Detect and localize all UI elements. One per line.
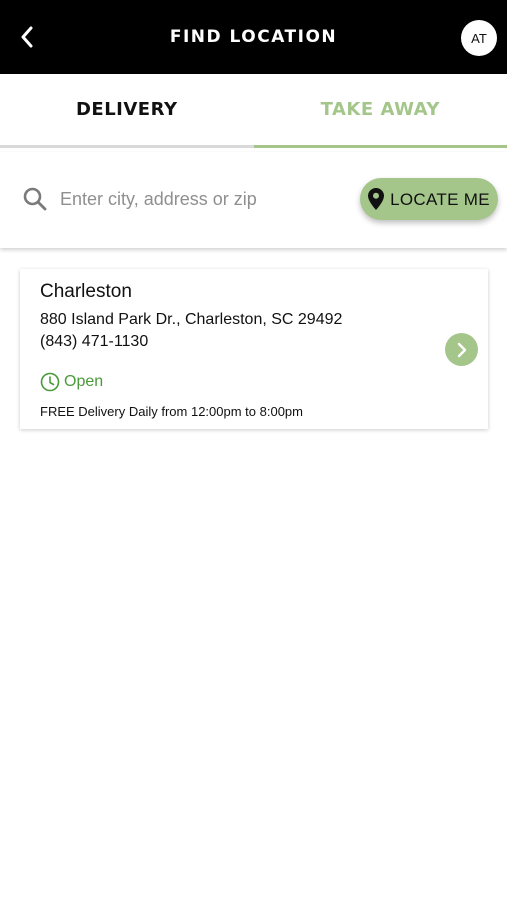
chevron-right-icon xyxy=(457,342,466,357)
search-icon xyxy=(23,187,47,211)
locate-me-label: LOCATE ME xyxy=(390,189,490,209)
location-card[interactable]: Charleston 880 Island Park Dr., Charlest… xyxy=(20,269,488,429)
order-type-tabs: DELIVERY TAKE AWAY xyxy=(0,74,507,148)
chevron-left-icon xyxy=(21,26,33,48)
location-address: 880 Island Park Dr., Charleston, SC 2949… xyxy=(40,311,343,328)
search-input[interactable] xyxy=(60,182,340,216)
status-badge: Open xyxy=(40,372,103,392)
clock-icon xyxy=(40,372,60,392)
status-label: Open xyxy=(64,373,104,390)
delivery-hours: FREE Delivery Daily from 12:00pm to 8:00… xyxy=(40,404,303,419)
page-title: FIND LOCATION xyxy=(169,27,338,47)
avatar[interactable]: AT xyxy=(461,20,497,56)
location-name: Charleston xyxy=(40,281,132,302)
location-details-button[interactable] xyxy=(445,333,478,366)
back-button[interactable] xyxy=(14,23,40,51)
top-bar: FIND LOCATION AT xyxy=(0,0,507,74)
location-phone: (843) 471-1130 xyxy=(40,333,149,350)
locate-me-button[interactable]: LOCATE ME xyxy=(360,178,498,220)
tab-delivery[interactable]: DELIVERY xyxy=(0,74,254,148)
map-pin-icon xyxy=(368,188,385,210)
tab-take-away[interactable]: TAKE AWAY xyxy=(253,74,507,148)
